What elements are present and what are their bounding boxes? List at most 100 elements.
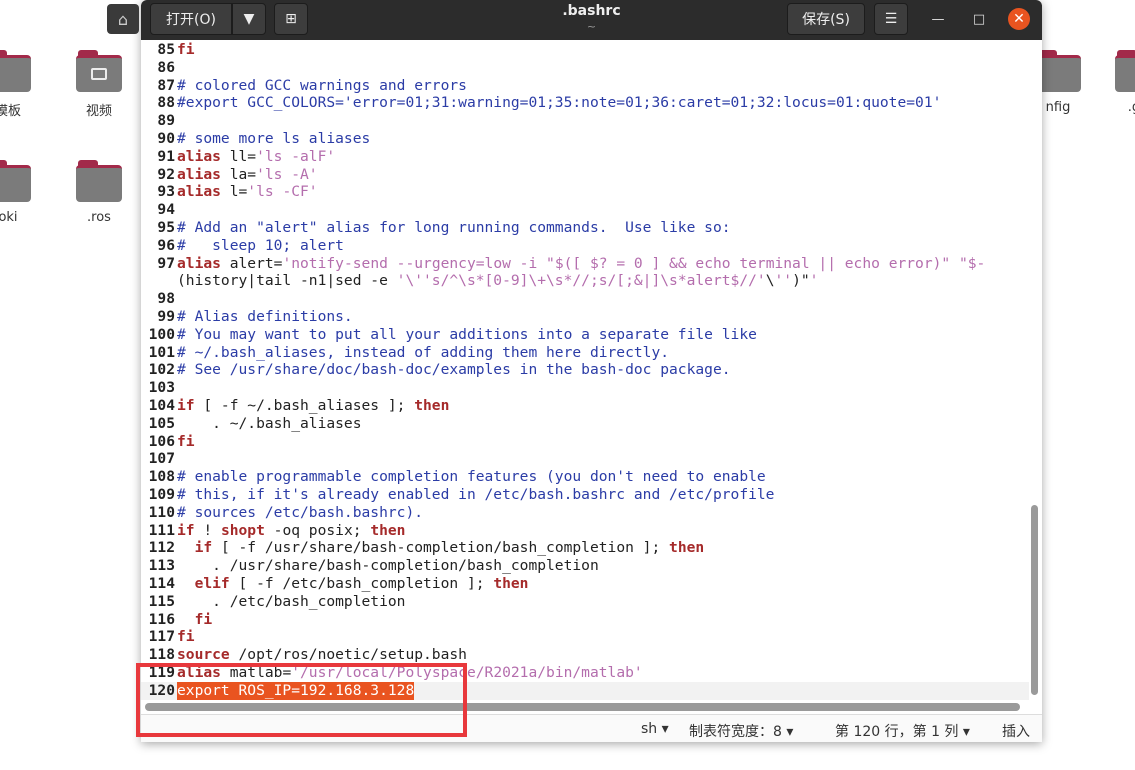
maximize-icon: □	[972, 11, 986, 27]
cursor-position[interactable]: 第 120 行，第 1 列 ▾	[835, 721, 970, 741]
line-number: 99	[157, 308, 175, 325]
code-text: # sources /etc/bash.bashrc).	[177, 503, 424, 521]
code-line[interactable]: 102 # See /usr/share/doc/bash-doc/example…	[141, 361, 1029, 379]
code-line[interactable]: 97 alias alert='notify-send --urgency=low…	[141, 255, 1029, 273]
code-line[interactable]: 110 # sources /etc/bash.bashrc).	[141, 504, 1029, 522]
folder-ros[interactable]: .ros	[69, 160, 129, 225]
folder-gn[interactable]: .gn	[1108, 50, 1135, 115]
code-text: # See /usr/share/doc/bash-doc/examples i…	[177, 361, 731, 379]
code-line[interactable]: 91 alias ll='ls -alF'	[141, 148, 1029, 166]
hamburger-icon: ☰	[884, 11, 898, 27]
code-line[interactable]: 112 if [ -f /usr/share/bash-completion/b…	[141, 539, 1029, 557]
folder-templates[interactable]: 模板	[0, 50, 38, 119]
code-line[interactable]: 90 # some more ls aliases	[141, 130, 1029, 148]
line-number: 112	[148, 539, 175, 557]
vertical-scrollbar[interactable]	[1031, 505, 1038, 695]
code-line[interactable]: 99 # Alias definitions.	[141, 308, 1029, 326]
horizontal-scrollbar[interactable]	[145, 703, 1020, 711]
code-line[interactable]: 103	[141, 379, 1029, 397]
code-line[interactable]: 95 # Add an "alert" alias for long runnin…	[141, 219, 1029, 237]
line-number: 113	[148, 557, 175, 575]
code-line[interactable]: 106 fi	[141, 433, 1029, 451]
code-line[interactable]: 96 # sleep 10; alert	[141, 237, 1029, 255]
code-line[interactable]: 113 . /usr/share/bash-completion/bash_co…	[141, 557, 1029, 575]
code-text: # this, if it's already enabled in /etc/…	[177, 486, 775, 503]
code-text: # ~/.bash_aliases, instead of adding the…	[177, 343, 670, 361]
code-line[interactable]: 107	[141, 450, 1029, 468]
line-number: 92	[157, 165, 175, 183]
folder-icon	[1115, 50, 1135, 92]
code-line[interactable]: 114 elif [ -f /etc/bash_completion ]; th…	[141, 575, 1029, 593]
code-line[interactable]: 93 alias l='ls -CF'	[141, 183, 1029, 201]
code-text: alias matlab='/usr/local/Polyspace/R2021…	[177, 664, 643, 681]
code-line[interactable]: 120 export ROS_IP=192.168.3.128	[141, 681, 1029, 700]
code-line[interactable]: 87 # colored GCC warnings and errors	[141, 77, 1029, 95]
line-number: 88	[157, 94, 175, 112]
code-line[interactable]: 117 fi	[141, 628, 1029, 646]
folder-icon	[76, 160, 122, 202]
code-text: fi	[177, 432, 195, 450]
code-line[interactable]: 86	[141, 59, 1029, 77]
code-line[interactable]: 101 # ~/.bash_aliases, instead of adding …	[141, 344, 1029, 362]
chevron-down-icon: ▼	[243, 11, 255, 27]
open-button[interactable]: 打开(O)	[150, 3, 232, 35]
code-text: . ~/.bash_aliases	[177, 414, 362, 432]
folder-label: .gn	[1127, 100, 1135, 115]
code-line[interactable]: 115 . /etc/bash_completion	[141, 593, 1029, 611]
line-number: 114	[148, 575, 175, 592]
code-line[interactable]: 92 alias la='ls -A'	[141, 166, 1029, 184]
code-text: elif [ -f /etc/bash_completion ]; then	[194, 575, 529, 592]
code-line[interactable]: 108 # enable programmable completion feat…	[141, 468, 1029, 486]
home-icon: ⌂	[117, 9, 129, 29]
code-line[interactable]: 85 fi	[141, 41, 1029, 59]
save-button[interactable]: 保存(S)	[787, 3, 865, 35]
folder-label: .ros	[87, 210, 111, 225]
code-line[interactable]: 98	[141, 290, 1029, 308]
code-line[interactable]: 105 . ~/.bash_aliases	[141, 415, 1029, 433]
code-line[interactable]: 111 if ! shopt -oq posix; then	[141, 522, 1029, 540]
line-number: 110	[148, 503, 175, 521]
code-line[interactable]: 119 alias matlab='/usr/local/Polyspace/R2…	[141, 664, 1029, 682]
code-line[interactable]: 109 # this, if it's already enabled in /e…	[141, 486, 1029, 504]
line-number: 118	[148, 646, 175, 664]
folder-oki[interactable]: oki	[0, 160, 38, 225]
new-tab-button[interactable]: ⊞	[274, 3, 308, 35]
maximize-button[interactable]: □	[968, 8, 990, 30]
code-line[interactable]: (history|tail -n1|sed -e '\''s/^\s*[0-9]…	[141, 272, 1029, 290]
line-number: 106	[148, 432, 175, 450]
home-button[interactable]: ⌂	[107, 4, 139, 34]
code-line[interactable]: 94	[141, 201, 1029, 219]
code-text: alias ll='ls -alF'	[177, 147, 336, 165]
code-line[interactable]: 100 # You may want to put all your additi…	[141, 326, 1029, 344]
folder-videos[interactable]: 视频	[69, 50, 129, 119]
line-number: 87	[157, 76, 175, 94]
code-text: # some more ls aliases	[177, 130, 371, 147]
code-text: # sleep 10; alert	[177, 236, 344, 254]
folder-icon	[0, 50, 31, 92]
close-button[interactable]: ✕	[1008, 8, 1030, 30]
line-number: 104	[148, 397, 175, 414]
line-number: 86	[157, 58, 175, 76]
line-number: 93	[157, 183, 175, 201]
insert-mode: 插入	[1002, 724, 1030, 740]
line-number: 105	[148, 414, 175, 432]
code-text: if [ -f /usr/share/bash-completion/bash_…	[194, 539, 705, 557]
code-line[interactable]: 89	[141, 112, 1029, 130]
line-number: 102	[148, 361, 175, 379]
code-text: alias la='ls -A'	[177, 165, 318, 183]
code-editor[interactable]: 85 fi 86 87 # colored GCC warnings and error…	[141, 40, 1029, 700]
line-number: 94	[157, 201, 175, 219]
code-line[interactable]: 88 #export GCC_COLORS='error=01;31:warnin…	[141, 94, 1029, 112]
code-line[interactable]: 116 fi	[141, 611, 1029, 629]
code-text: # You may want to put all your additions…	[177, 325, 757, 343]
new-tab-icon: ⊞	[285, 11, 297, 27]
folder-icon	[76, 50, 122, 92]
language-selector[interactable]: sh ▾	[641, 721, 669, 737]
line-number: 117	[148, 628, 175, 646]
code-line[interactable]: 104 if [ -f ~/.bash_aliases ]; then	[141, 397, 1029, 415]
code-line[interactable]: 118 source /opt/ros/noetic/setup.bash	[141, 646, 1029, 664]
minimize-button[interactable]: —	[927, 8, 949, 30]
open-menu-button[interactable]: ▼	[232, 3, 266, 35]
tab-width-selector[interactable]: 制表符宽度：8 ▾	[689, 721, 793, 741]
menu-button[interactable]: ☰	[874, 3, 908, 35]
